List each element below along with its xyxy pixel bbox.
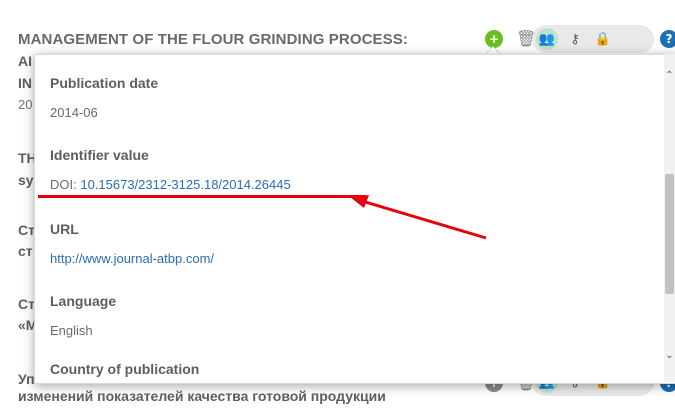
annotation-arrow [350,195,487,240]
annotation-arrow-shaft [361,199,487,240]
annotation-arrow-head [350,195,369,208]
